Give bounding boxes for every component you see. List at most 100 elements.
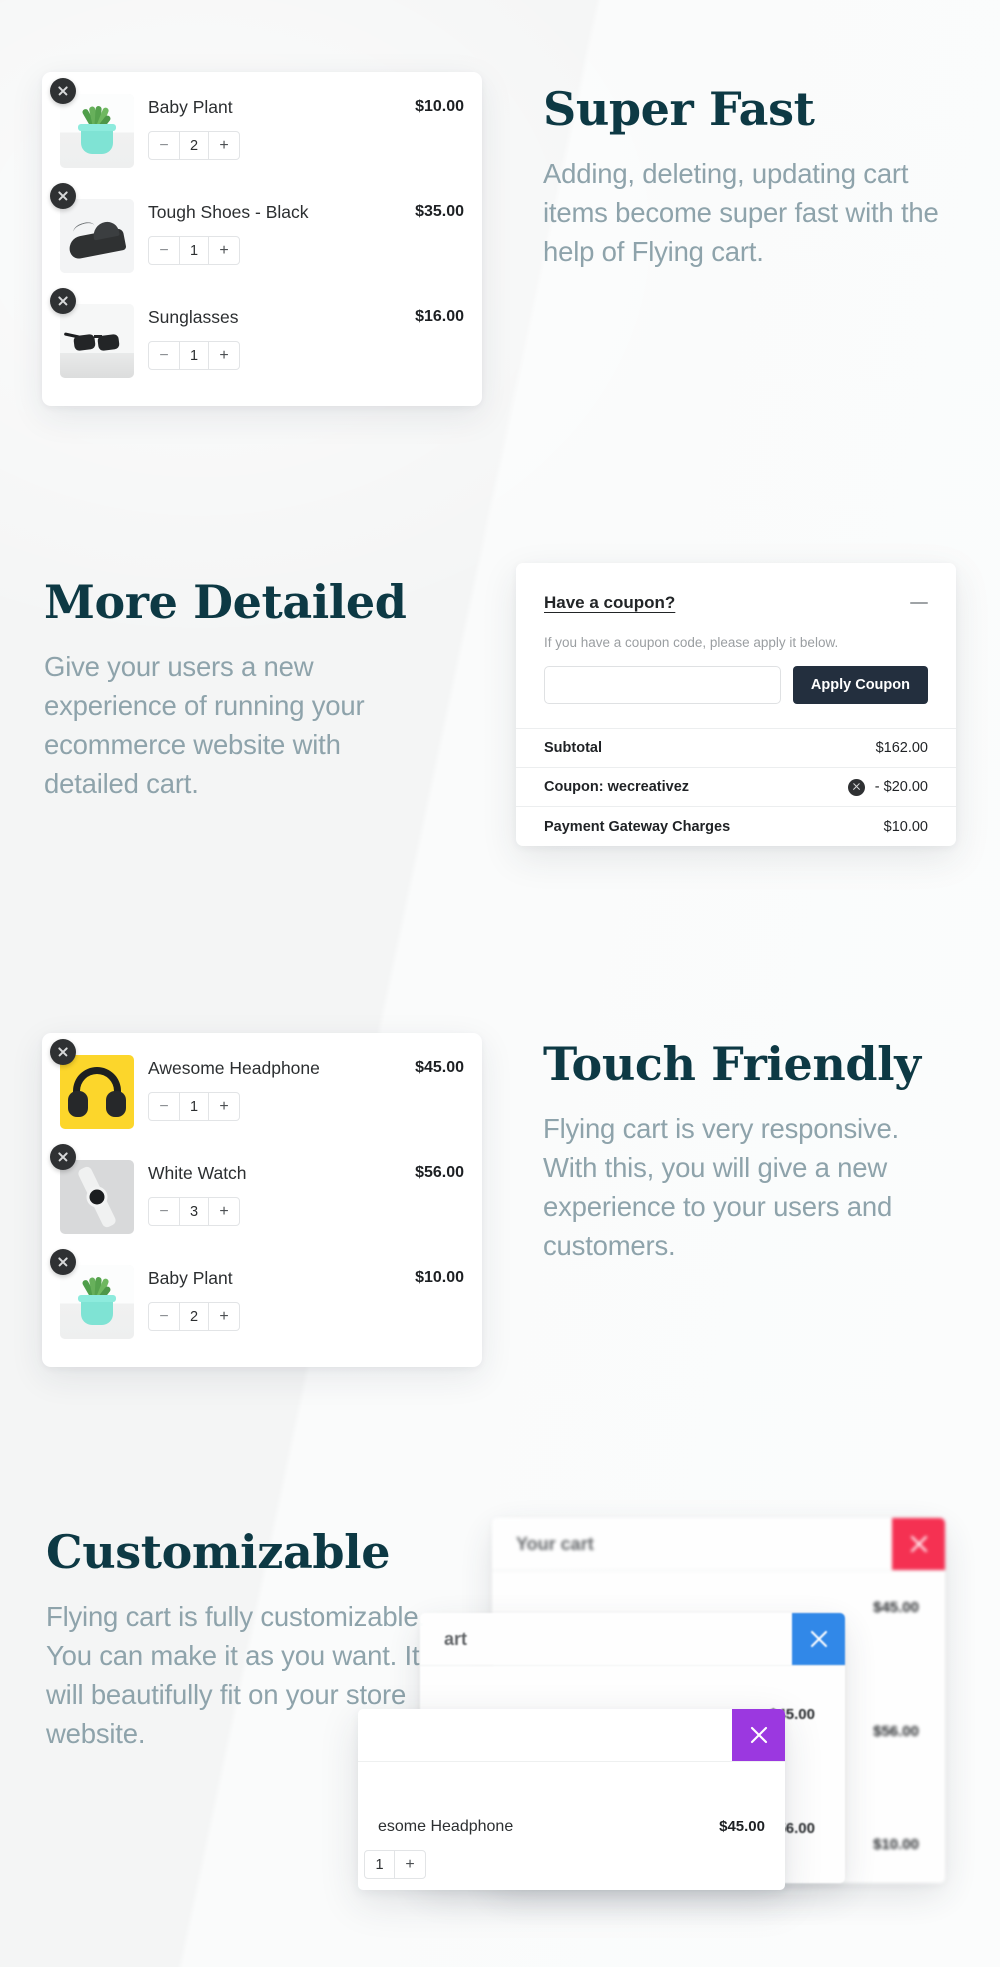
- quantity-value[interactable]: 1: [179, 237, 209, 264]
- decrease-quantity-button[interactable]: −: [149, 342, 179, 369]
- quantity-value[interactable]: 1: [365, 1851, 395, 1878]
- quantity-stepper[interactable]: − 1 +: [148, 236, 240, 265]
- baby-plant-icon: [60, 94, 134, 168]
- panel-item-name: esome Headphone: [378, 1818, 514, 1835]
- totals-row: Payment Gateway Charges $10.00: [516, 807, 956, 846]
- decrease-quantity-button[interactable]: −: [149, 132, 179, 159]
- totals-value: $162.00: [875, 740, 928, 756]
- feature-body: Give your users a new experience of runn…: [44, 650, 365, 799]
- product-price: $10.00: [415, 98, 464, 115]
- white-watch-icon: [60, 1160, 134, 1234]
- tough-shoes-icon: [60, 199, 134, 273]
- coupon-description: If you have a coupon code, please apply …: [544, 635, 839, 650]
- product-thumbnail: [60, 199, 134, 273]
- apply-coupon-button[interactable]: Apply Coupon: [792, 666, 928, 704]
- remove-item-icon[interactable]: [50, 1144, 76, 1170]
- increase-quantity-button[interactable]: +: [209, 237, 239, 264]
- totals-label: Subtotal: [544, 740, 602, 756]
- cart-item-row: White Watch $56.00 − 3 +: [50, 1144, 464, 1244]
- remove-item-icon[interactable]: [50, 1249, 76, 1275]
- feature-body: Adding, deleting, updating cart items be…: [543, 157, 939, 267]
- totals-value: $10.00: [883, 818, 928, 835]
- quantity-stepper[interactable]: − 1 +: [148, 1092, 240, 1121]
- coupon-title[interactable]: Have a coupon?: [544, 593, 910, 613]
- panel-item-price: $56.00: [873, 1723, 919, 1740]
- quantity-stepper[interactable]: − 3 +: [148, 1197, 240, 1226]
- product-price: $56.00: [415, 1164, 464, 1181]
- feature-heading: Super Fast: [543, 82, 815, 136]
- panel-title: [358, 1709, 732, 1761]
- increase-quantity-button[interactable]: +: [209, 132, 239, 159]
- totals-value: - $20.00: [874, 779, 928, 795]
- close-icon: [750, 1726, 767, 1744]
- increase-quantity-button[interactable]: +: [209, 1198, 239, 1225]
- decrease-quantity-button[interactable]: −: [149, 237, 179, 264]
- increase-quantity-button[interactable]: +: [395, 1851, 425, 1878]
- close-panel-button[interactable]: [792, 1613, 845, 1665]
- feature-more-detailed: More Detailed Give your users a new expe…: [44, 578, 414, 803]
- product-name: Awesome Headphone: [148, 1058, 320, 1078]
- product-thumbnail: [60, 304, 134, 378]
- panel-item-row: esome Headphone $45.00: [378, 1806, 765, 1848]
- product-price: $16.00: [415, 308, 464, 325]
- product-name: Tough Shoes - Black: [148, 202, 309, 222]
- panel-item-price: $10.00: [873, 1836, 919, 1853]
- panel-item-price: $45.00: [719, 1818, 765, 1835]
- coupon-header: Have a coupon?: [544, 593, 928, 613]
- cart-item-row: Baby Plant $10.00 − 2 +: [50, 1249, 464, 1349]
- remove-item-icon[interactable]: [50, 1039, 76, 1065]
- feature-heading: More Detailed: [44, 575, 407, 629]
- product-thumbnail: [60, 1160, 134, 1234]
- increase-quantity-button[interactable]: +: [209, 1093, 239, 1120]
- panel-header: art: [420, 1613, 845, 1666]
- decrease-quantity-button[interactable]: −: [149, 1198, 179, 1225]
- panel-title: art: [444, 1628, 468, 1649]
- increase-quantity-button[interactable]: +: [209, 1303, 239, 1330]
- totals-row: Subtotal $162.00: [516, 729, 956, 768]
- decrease-quantity-button[interactable]: −: [149, 1093, 179, 1120]
- cart-item-row: Sunglasses $16.00 − 1 +: [50, 288, 464, 388]
- quantity-stepper[interactable]: − 2 +: [148, 1302, 240, 1331]
- cart-panel-purple: esome Headphone $45.00 1 +: [358, 1709, 785, 1890]
- product-thumbnail: [60, 1265, 134, 1339]
- panel-header: [358, 1709, 785, 1762]
- decrease-quantity-button[interactable]: −: [149, 1303, 179, 1330]
- close-panel-button[interactable]: [732, 1709, 785, 1761]
- minus-icon[interactable]: [910, 602, 928, 604]
- product-name: Baby Plant: [148, 97, 233, 117]
- cart-card-top: Baby Plant $10.00 − 2 + Tough Shoes - Bl…: [42, 72, 482, 406]
- feature-heading: Touch Friendly: [543, 1037, 921, 1091]
- remove-item-icon[interactable]: [50, 78, 76, 104]
- cart-totals: Subtotal $162.00 Coupon: wecreativez - $…: [516, 728, 956, 846]
- quantity-stepper[interactable]: − 1 +: [148, 341, 240, 370]
- cart-card-middle: Awesome Headphone $45.00 − 1 + White Wat…: [42, 1033, 482, 1367]
- remove-coupon-icon[interactable]: [847, 778, 865, 796]
- product-price: $35.00: [415, 203, 464, 220]
- product-price: $45.00: [415, 1059, 464, 1076]
- quantity-value[interactable]: 1: [179, 342, 209, 369]
- quantity-stepper[interactable]: 1 +: [364, 1850, 426, 1879]
- quantity-value[interactable]: 2: [179, 1303, 209, 1330]
- panel-body: esome Headphone $45.00 1 +: [358, 1762, 785, 1890]
- increase-quantity-button[interactable]: +: [209, 342, 239, 369]
- sunglasses-icon: [60, 304, 134, 378]
- quantity-value[interactable]: 3: [179, 1198, 209, 1225]
- feature-super-fast: Super Fast Adding, deleting, updating ca…: [543, 85, 953, 271]
- totals-label: Coupon: wecreativez: [544, 779, 690, 795]
- cart-item-row: Baby Plant $10.00 − 2 +: [50, 78, 464, 178]
- coupon-top-section: Have a coupon? If you have a coupon code…: [516, 563, 956, 728]
- quantity-stepper[interactable]: − 2 +: [148, 131, 240, 160]
- panel-header: Your cart: [492, 1518, 945, 1571]
- baby-plant-icon: [60, 1265, 134, 1339]
- coupon-code-input[interactable]: [544, 666, 781, 704]
- panel-item-price: $45.00: [873, 1599, 919, 1616]
- close-icon: [910, 1535, 927, 1553]
- quantity-value[interactable]: 2: [179, 132, 209, 159]
- feature-heading: Customizable: [46, 1525, 391, 1579]
- quantity-value[interactable]: 1: [179, 1093, 209, 1120]
- remove-item-icon[interactable]: [50, 288, 76, 314]
- product-thumbnail: [60, 1055, 134, 1129]
- coupon-form: Apply Coupon: [544, 666, 928, 704]
- remove-item-icon[interactable]: [50, 183, 76, 209]
- close-panel-button[interactable]: [892, 1518, 945, 1570]
